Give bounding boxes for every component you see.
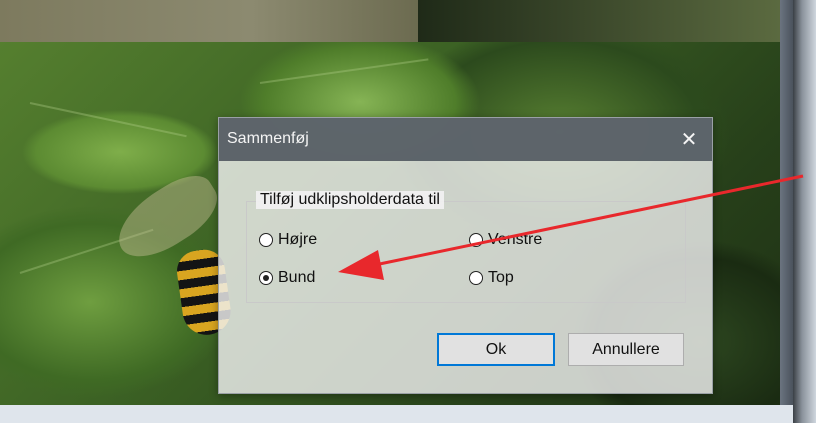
- cancel-button[interactable]: Annullere: [568, 333, 684, 366]
- dialog-title: Sammenføj: [227, 130, 309, 147]
- radio-bottom-circle[interactable]: [259, 271, 273, 285]
- canvas-right-border: [780, 0, 793, 410]
- leaf-vein: [259, 58, 429, 84]
- radio-right-label: Højre: [278, 231, 318, 248]
- bottom-bar: [0, 405, 793, 423]
- ok-button[interactable]: Ok: [437, 333, 555, 366]
- append-group-box: [246, 201, 686, 303]
- radio-bottom[interactable]: Bund: [259, 269, 315, 287]
- group-label: Tilføj udklipsholderdata til: [256, 191, 444, 209]
- image-top-left-region: [0, 0, 418, 42]
- dialog-titlebar[interactable]: Sammenføj ✕: [219, 118, 712, 161]
- radio-top-label: Top: [488, 269, 514, 286]
- image-top-right-region: [418, 0, 780, 42]
- radio-bottom-label: Bund: [278, 269, 316, 286]
- radio-right[interactable]: Højre: [259, 231, 317, 249]
- merge-dialog: Sammenføj ✕ Tilføj udklipsholderdata til…: [218, 117, 713, 394]
- radio-left-label: Venstre: [488, 231, 543, 248]
- radio-left-circle[interactable]: [469, 233, 483, 247]
- radio-right-circle[interactable]: [259, 233, 273, 247]
- close-button[interactable]: ✕: [666, 118, 712, 161]
- right-panel-edge: [793, 0, 816, 423]
- radio-top[interactable]: Top: [469, 269, 514, 287]
- leaf-vein: [29, 102, 187, 138]
- radio-top-circle[interactable]: [469, 271, 483, 285]
- close-icon: ✕: [680, 129, 698, 151]
- radio-left[interactable]: Venstre: [469, 231, 542, 249]
